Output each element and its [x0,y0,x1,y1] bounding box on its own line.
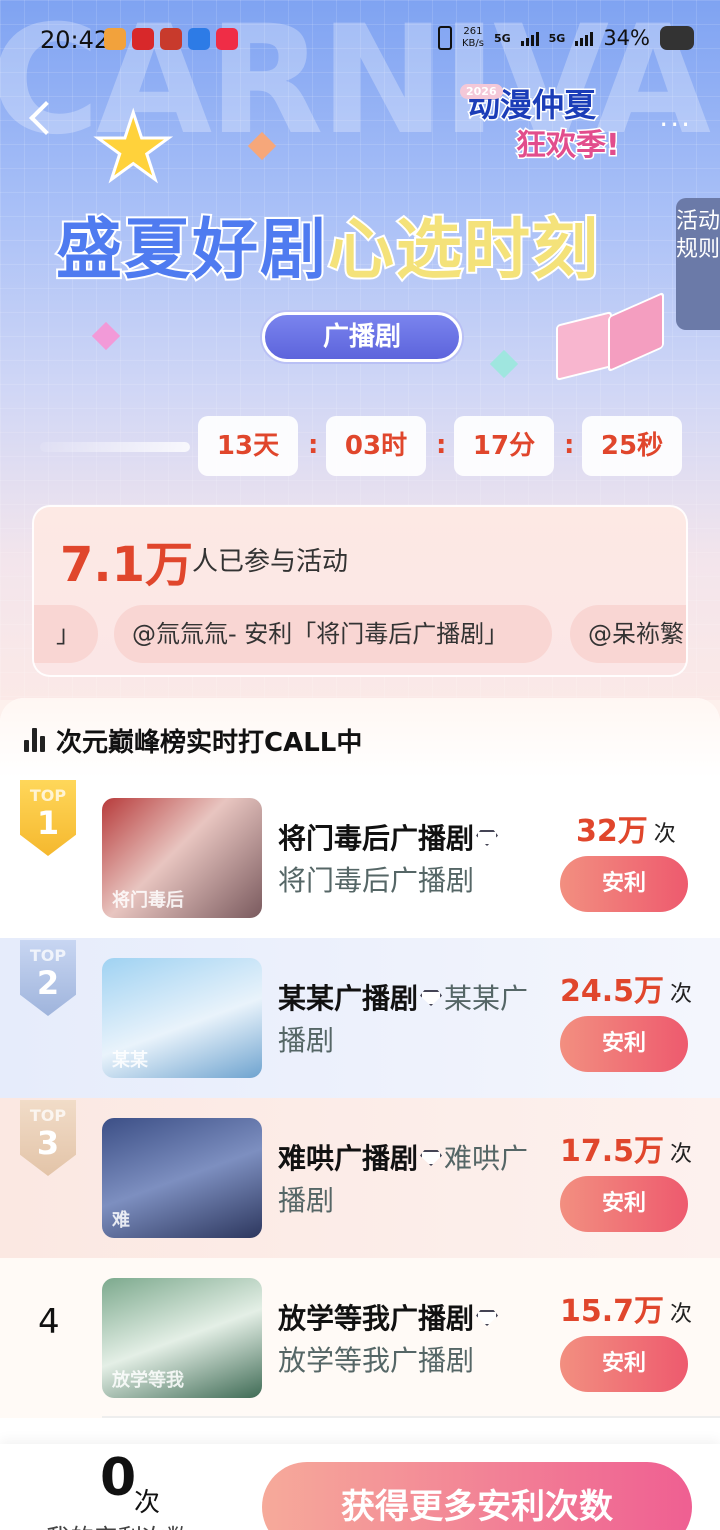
weibo-icon [104,28,126,50]
net-type-2: 5G [548,31,566,45]
rank-number: 4 [38,1302,60,1342]
ticker-item: @氚氚氚- 安利「将门毒后广播剧」 [114,605,552,663]
pet-icon [660,26,694,50]
countdown-colon: : [308,430,319,460]
drama-subtitle: 将门毒后广播剧 [278,864,475,897]
rank-medal-silver: TOP 2 [20,940,76,1016]
more-button[interactable]: ··· [659,108,692,141]
countdown: 13天 : 03时 : 17分 : 25秒 [0,416,720,478]
vote-count: 32万次 [576,814,676,849]
countdown-days: 13天 [198,416,298,476]
xiaohongshu-icon [216,28,238,50]
row-divider [102,1416,720,1418]
diamond-icon [476,830,499,846]
diamond-icon [476,1310,499,1326]
my-recommend-label: 我的安利次数 [46,1518,190,1530]
my-recommend-unit: 次 [134,1488,161,1518]
countdown-decor-line [40,442,190,452]
notification-icons [104,28,238,50]
participants-card: 7.1万 人已参与活动 」 @氚氚氚- 安利「将门毒后广播剧」 @呆袮繁 [32,505,688,677]
vote-count: 24.5万次 [560,974,693,1009]
countdown-hours: 03时 [326,416,426,476]
ranking-row: TOP 2 某某 某某广播剧 某某广播剧 24.5万次 安利 [0,938,720,1098]
countdown-minutes: 17分 [454,416,554,476]
countdown-seconds: 25秒 [582,416,682,476]
get-more-button[interactable]: 获得更多安利次数 [262,1462,692,1530]
ranking-row: TOP 3 难 难哄广播剧 难哄广播剧 17.5万次 安利 [0,1098,720,1258]
countdown-colon: : [436,430,447,460]
rank-medal-gold: TOP 1 [20,780,76,856]
rank-number: 3 [36,1124,60,1162]
rank-number: 2 [36,964,60,1002]
badge-year: 2026 [460,84,503,99]
participant-label: 人已参与活动 [192,547,349,577]
page-title: 盛夏好剧心选时刻 [54,209,600,290]
rank-medal-bronze: TOP 3 [20,1100,76,1176]
drama-name[interactable]: 难哄广播剧 难哄广播剧 [278,1138,548,1222]
recommend-button[interactable]: 安利 [560,1176,688,1232]
bank-icon [132,28,154,50]
my-recommend-count: 0 [100,1448,137,1508]
rules-tab[interactable]: 活动规则 [676,198,720,330]
book-icon [556,291,666,384]
net-type-1: 5G [493,31,511,45]
recommend-button[interactable]: 安利 [560,1016,688,1072]
category-pill[interactable]: 广播剧 [262,312,462,362]
drama-name[interactable]: 将门毒后广播剧 将门毒后广播剧 [278,818,548,902]
star-decoration-icon: ★ [90,93,176,203]
ticker-item: @呆袮繁 [570,605,686,663]
ranking-row: 4 放学等我 放学等我广播剧 放学等我广播剧 15.7万次 安利 [0,1258,720,1418]
ticker-item: 」 [34,605,98,663]
bottom-bar: 0 次 我的安利次数 获得更多安利次数 [0,1444,720,1530]
ranking-panel: 次元巅峰榜实时打CALL中 TOP 1 将门毒后 将门毒后广播剧 将门毒后广播剧… [0,698,720,1458]
battery-level: 34% [603,26,650,50]
drama-name[interactable]: 放学等我广播剧 放学等我广播剧 [278,1298,548,1382]
drama-cover[interactable]: 某某 [102,958,262,1078]
activity-ticker: 」 @氚氚氚- 安利「将门毒后广播剧」 @呆袮繁 [34,605,686,663]
signal-icon-2 [575,30,594,46]
ranking-header: 次元巅峰榜实时打CALL中 [0,698,720,778]
event-badge: 动漫仲夏 2026 狂欢季! [460,78,636,165]
participant-count: 7.1万 [60,537,194,593]
diamond-icon [420,1150,443,1166]
drama-cover[interactable]: 将门毒后 [102,798,262,918]
hero-banner: CARNIVAL 20:42 261KB/s 5G 5G 34% ··· 动漫仲… [0,0,720,700]
status-bar: 20:42 261 KB/s 5G 5G 34% [0,0,720,80]
drama-cover[interactable]: 放学等我 [102,1278,262,1398]
countdown-colon: : [564,430,575,460]
recommend-button[interactable]: 安利 [560,1336,688,1392]
diamond-icon [420,990,443,1006]
drama-subtitle: 放学等我广播剧 [278,1344,475,1377]
rank-number: 1 [36,804,60,842]
recommend-button[interactable]: 安利 [560,856,688,912]
drama-cover[interactable]: 难 [102,1118,262,1238]
badge-line2: 狂欢季! [515,127,622,165]
vote-count: 17.5万次 [560,1134,693,1169]
ranking-row: TOP 1 将门毒后 将门毒后广播剧 将门毒后广播剧 32万次 安利 [0,778,720,938]
signal-icon [520,30,539,46]
vote-count: 15.7万次 [560,1294,693,1329]
drama-name[interactable]: 某某广播剧 某某广播剧 [278,978,548,1062]
vibrate-icon [437,26,452,50]
game-icon [160,28,182,50]
bar-chart-icon [24,726,45,752]
status-right: 261 KB/s 5G 5G 34% [437,26,694,50]
radio-icon [188,28,210,50]
status-time: 20:42 [40,26,110,54]
ranking-title: 次元巅峰榜实时打CALL中 [56,728,363,758]
network-speed: 261 KB/s [461,26,484,49]
back-button[interactable] [22,98,62,142]
